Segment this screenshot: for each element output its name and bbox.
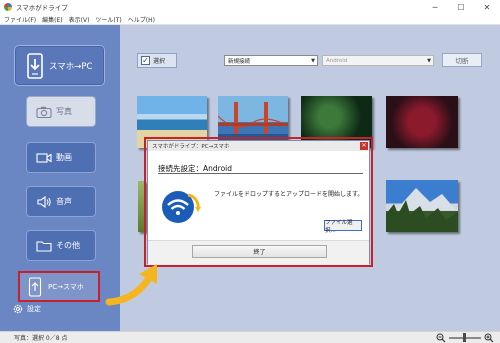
pc-to-phone-label: PC→スマホ bbox=[48, 282, 84, 291]
maximize-button[interactable]: ☐ bbox=[448, 0, 474, 14]
zoom-out-icon[interactable] bbox=[436, 333, 446, 343]
mountain-photo-image bbox=[386, 188, 458, 232]
sidebar-item-audio[interactable]: 音声 bbox=[26, 186, 96, 217]
sidebar-item-photo[interactable]: 写真 bbox=[26, 96, 96, 127]
sidebar-item-other[interactable]: その他 bbox=[26, 230, 96, 261]
curved-arrow-icon bbox=[105, 264, 157, 306]
disconnect-button[interactable]: 切断 bbox=[442, 53, 482, 67]
dialog-close-button[interactable]: ✕ bbox=[360, 142, 368, 150]
dialog-title-bar: スマホがドライブ：PC→スマホ ✕ bbox=[148, 141, 369, 151]
settings-button[interactable]: 設定 bbox=[12, 303, 41, 315]
status-bar: 写真：選択 0／8 点 bbox=[0, 331, 500, 343]
camera-icon bbox=[36, 106, 52, 118]
select-checkbox[interactable]: ✓ 選択 bbox=[137, 53, 177, 68]
connection-select[interactable]: 新規接続 ▼ bbox=[224, 55, 318, 66]
window-controls: ─ ☐ ✕ bbox=[422, 0, 500, 14]
sidebar-item-label: 音声 bbox=[56, 197, 72, 206]
pc-to-phone-button[interactable]: PC→スマホ bbox=[18, 271, 100, 302]
window-title: スマホがドライブ bbox=[16, 4, 68, 12]
dropdown-arrow-icon: ▼ bbox=[311, 57, 315, 64]
title-bar: スマホがドライブ ─ ☐ ✕ bbox=[0, 0, 500, 14]
sidebar-item-label: 動画 bbox=[56, 153, 72, 162]
photo-thumbnail[interactable] bbox=[386, 96, 458, 148]
phone-to-pc-label: スマホ→PC bbox=[49, 61, 93, 72]
select-checkbox-label: 選択 bbox=[153, 58, 166, 65]
close-button[interactable]: ✕ bbox=[474, 0, 500, 14]
file-select-button[interactable]: ファイル選択... bbox=[324, 220, 362, 234]
zoom-control bbox=[436, 333, 494, 343]
device-select-value: Android bbox=[326, 57, 348, 64]
menu-file[interactable]: ファイル(F) bbox=[4, 15, 36, 24]
upload-dialog: スマホがドライブ：PC→スマホ ✕ 接続先設定：Android ファイルをドロッ… bbox=[147, 140, 370, 265]
phone-upload-icon bbox=[28, 276, 42, 297]
menu-view[interactable]: 表示(V) bbox=[69, 15, 90, 24]
sidebar-item-label: 写真 bbox=[56, 107, 72, 116]
end-button[interactable]: 終了 bbox=[192, 245, 327, 258]
phone-download-icon bbox=[27, 52, 43, 79]
dialog-divider bbox=[158, 173, 363, 174]
menu-edit[interactable]: 編集(E) bbox=[42, 15, 62, 24]
photo-thumbnail[interactable] bbox=[386, 180, 458, 232]
settings-label: 設定 bbox=[27, 305, 41, 313]
checkbox-check-icon: ✓ bbox=[141, 55, 150, 65]
sidebar-item-video[interactable]: 動画 bbox=[26, 142, 96, 173]
zoom-slider-thumb[interactable] bbox=[463, 333, 467, 342]
minimize-button[interactable]: ─ bbox=[422, 0, 448, 14]
menu-tools[interactable]: ツール(T) bbox=[95, 15, 121, 24]
zoom-slider[interactable] bbox=[449, 333, 481, 342]
gear-icon bbox=[13, 304, 23, 314]
wifi-sync-icon bbox=[162, 191, 201, 223]
zoom-in-icon[interactable] bbox=[484, 333, 494, 343]
phone-to-pc-button[interactable]: スマホ→PC bbox=[14, 45, 105, 86]
video-icon bbox=[36, 152, 52, 163]
dialog-title: スマホがドライブ：PC→スマホ bbox=[152, 144, 230, 150]
dialog-message: ファイルをドロップするとアップロードを開始します。 bbox=[214, 191, 364, 198]
device-select[interactable]: Android ▼ bbox=[322, 55, 434, 66]
sidebar-item-label: その他 bbox=[56, 241, 80, 250]
menu-help[interactable]: ヘルプ(H) bbox=[128, 15, 155, 24]
dropdown-arrow-icon: ▼ bbox=[427, 57, 431, 64]
connection-select-value: 新規接続 bbox=[228, 58, 251, 65]
speaker-icon bbox=[37, 195, 51, 208]
status-text: 写真：選択 0／8 点 bbox=[14, 335, 68, 342]
app-icon bbox=[4, 3, 12, 11]
menu-bar: ファイル(F) 編集(E) 表示(V) ツール(T) ヘルプ(H) bbox=[0, 14, 500, 25]
folder-icon bbox=[36, 240, 52, 252]
